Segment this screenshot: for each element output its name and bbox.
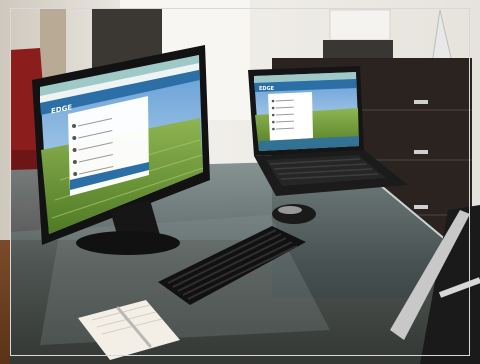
laptop-login-panel (268, 92, 313, 141)
cabinet-handle (414, 205, 428, 209)
menu-item-icon (72, 160, 77, 164)
menu-item-icon (272, 127, 275, 131)
menu-item-icon (271, 106, 275, 110)
monitor-stand-base (76, 231, 180, 255)
menu-item-icon (271, 113, 275, 117)
menu-item-icon (271, 99, 275, 103)
mouse-highlight (278, 206, 302, 214)
menu-item-icon (73, 172, 78, 176)
menu-item-icon (272, 120, 275, 124)
menu-item-icon (72, 148, 77, 152)
menu-item-icon (72, 124, 76, 128)
wall-decor-frame (329, 9, 391, 41)
cabinet-handle (414, 100, 428, 104)
laptop-logo: EDGE (259, 86, 275, 92)
office-desk-photo: EDGE EDGE (0, 0, 480, 364)
menu-item-icon (72, 136, 77, 140)
cabinet-handle (414, 150, 428, 154)
